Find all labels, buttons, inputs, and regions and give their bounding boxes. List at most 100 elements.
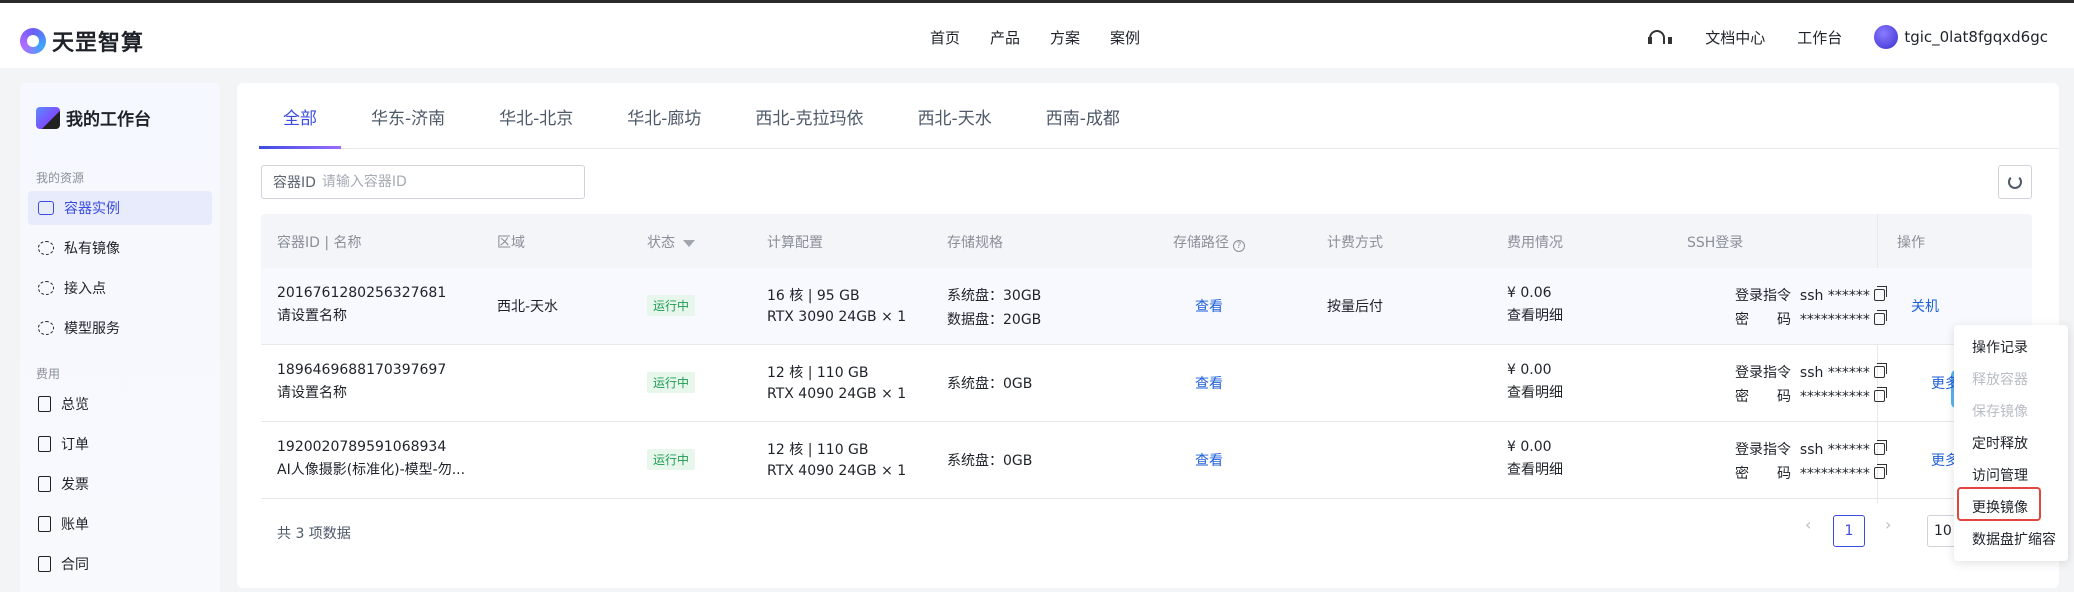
sidebar-item-overview[interactable]: 总览	[28, 387, 212, 421]
ssh-pwd-line: 密 码 **********	[1735, 309, 1887, 329]
menu-item-release-container[interactable]: 释放容器	[1972, 369, 2028, 389]
container-name[interactable]: 请设置名称	[277, 382, 446, 402]
compute-config: 12 核 | 110 GB RTX 4090 24GB × 1	[767, 439, 906, 479]
copy-icon[interactable]	[1873, 464, 1887, 479]
storage-path-view-link[interactable]: 查看	[1195, 296, 1223, 316]
nav-solutions[interactable]: 方案	[1050, 27, 1080, 48]
copy-icon[interactable]	[1873, 310, 1887, 325]
container-name[interactable]: AI人像摄影(标准化)-模型-勿...	[277, 459, 465, 479]
refresh-icon	[2008, 175, 2022, 189]
col-compute: 计算配置	[767, 235, 823, 251]
tab-karamay[interactable]: 西北-克拉玛依	[731, 83, 887, 149]
section-label-billing: 费用	[36, 367, 61, 381]
nav-home[interactable]: 首页	[930, 27, 960, 48]
sidebar-item-private-images[interactable]: 私有镜像	[28, 231, 212, 265]
workspace-title-text: 我的工作台	[66, 110, 151, 130]
container-id-name: 1920020789591068934 AI人像摄影(标准化)-模型-勿...	[277, 439, 465, 479]
menu-item-save-image[interactable]: 保存镜像	[1972, 401, 2028, 421]
menu-item-change-image[interactable]: 更换镜像	[1972, 497, 2028, 517]
compute-cpu-mem: 12 核 | 110 GB	[767, 442, 869, 458]
col-status-label: 状态	[647, 235, 675, 251]
table-header: 容器ID | 名称 区域 状态 计算配置 存储规格 存储路径? 计费方式 费用情…	[261, 214, 2032, 268]
page-number[interactable]: 1	[1833, 515, 1865, 547]
cost-detail-link[interactable]: 查看明细	[1507, 459, 1563, 479]
col-cost: 费用情况	[1507, 235, 1563, 251]
status-badge-text: 运行中	[647, 372, 696, 393]
shutdown-button[interactable]: 关机	[1911, 296, 1939, 316]
docs-link[interactable]: 文档中心	[1705, 27, 1765, 48]
tab-all[interactable]: 全部	[259, 83, 341, 149]
username[interactable]: tgic_0lat8fgqxd6gc	[1904, 28, 2048, 46]
sidebar-item-endpoints[interactable]: 接入点	[28, 271, 212, 305]
storage-path-view-link[interactable]: 查看	[1195, 373, 1223, 393]
copy-icon[interactable]	[1873, 440, 1887, 455]
sidebar-item-label: 总览	[61, 397, 89, 413]
status-badge: 运行中	[647, 295, 696, 316]
brand-logo[interactable]: 天罡智算	[20, 25, 144, 57]
cost-info: ¥ 0.00 查看明细	[1507, 362, 1563, 402]
tab-tianshui[interactable]: 西北-天水	[894, 83, 1016, 149]
search-input[interactable]	[321, 174, 542, 190]
region-tabs: 全部 华东-济南 华北-北京 华北-廊坊 西北-克拉玛依 西北-天水 西南-成都	[259, 83, 2059, 149]
col-status[interactable]: 状态	[647, 232, 695, 252]
section-label-resources: 我的资源	[36, 171, 85, 185]
cost-detail-link[interactable]: 查看明细	[1507, 305, 1563, 325]
ssh-info: 登录指令 ssh ****** 密 码 **********	[1735, 439, 1887, 483]
help-icon[interactable]: ?	[1233, 240, 1245, 252]
container-name[interactable]: 请设置名称	[277, 305, 446, 325]
brand-name: 天罡智算	[52, 31, 145, 56]
sidebar-item-label: 私有镜像	[64, 241, 120, 257]
storage-path-view-link[interactable]: 查看	[1195, 450, 1223, 470]
sidebar-item-orders[interactable]: 订单	[28, 427, 212, 461]
menu-item-operation-log[interactable]: 操作记录	[1972, 337, 2028, 357]
cost-detail-link[interactable]: 查看明细	[1507, 382, 1563, 402]
sidebar-item-containers[interactable]: 容器实例	[28, 191, 212, 225]
sidebar-item-label: 订单	[61, 437, 89, 453]
compute-cpu-mem: 16 核 | 95 GB	[767, 288, 860, 304]
container-id-search: 容器ID	[261, 165, 585, 199]
filter-icon[interactable]	[683, 240, 695, 247]
next-page-icon[interactable]: ›	[1885, 515, 1891, 534]
sidebar-item-invoices[interactable]: 发票	[28, 467, 212, 501]
status-badge-text: 运行中	[647, 295, 696, 316]
nav-products[interactable]: 产品	[990, 27, 1020, 48]
tab-chengdu[interactable]: 西南-成都	[1022, 83, 1144, 149]
prev-page-icon[interactable]: ‹	[1805, 515, 1811, 534]
avatar[interactable]	[1874, 25, 1899, 49]
col-ssh: SSH登录	[1687, 235, 1744, 251]
sidebar-item-bills[interactable]: 账单	[28, 507, 212, 541]
contract-icon	[38, 556, 51, 572]
container-icon	[38, 201, 54, 215]
sidebar: 我的工作台 我的资源 容器实例 私有镜像 接入点 模型服务 费用 总览 订单 发…	[20, 83, 220, 592]
search-label: 容器ID	[273, 175, 316, 191]
menu-item-data-disk-resize[interactable]: 数据盘扩缩容	[1972, 529, 2056, 549]
workspace-title: 我的工作台	[36, 105, 151, 130]
col-storage: 存储规格	[947, 235, 1003, 251]
tab-langfang[interactable]: 华北-廊坊	[603, 83, 725, 149]
container-id: 1896469688170397697	[277, 362, 447, 378]
refresh-button[interactable]	[1998, 165, 2032, 199]
headset-icon[interactable]	[1647, 28, 1673, 46]
copy-icon[interactable]	[1873, 387, 1887, 402]
endpoint-icon	[38, 281, 54, 295]
sidebar-item-contracts[interactable]: 合同	[28, 547, 212, 581]
copy-icon[interactable]	[1873, 363, 1887, 378]
nav-cases[interactable]: 案例	[1110, 27, 1140, 48]
image-icon	[38, 241, 54, 255]
ssh-cmd-line: 登录指令 ssh ******	[1735, 363, 1887, 381]
status-badge-text: 运行中	[647, 449, 696, 470]
workbench-link[interactable]: 工作台	[1797, 27, 1842, 48]
total-count: 共 3 项数据	[277, 526, 351, 542]
tab-jinan[interactable]: 华东-济南	[347, 83, 469, 149]
table-row: 2016761280256327681 请设置名称 西北-天水 运行中 16 核 …	[261, 268, 2032, 345]
menu-item-scheduled-release[interactable]: 定时释放	[1972, 433, 2028, 453]
sidebar-item-model-service[interactable]: 模型服务	[28, 311, 212, 345]
menu-item-access-management[interactable]: 访问管理	[1972, 465, 2028, 485]
top-navbar: 天罡智算 首页 产品 方案 案例 文档中心 工作台 tgic_0lat8fgqx…	[0, 0, 2074, 68]
compute-gpu: RTX 4090 24GB × 1	[767, 386, 907, 402]
container-id: 1920020789591068934	[277, 439, 447, 455]
tab-beijing[interactable]: 华北-北京	[475, 83, 597, 149]
copy-icon[interactable]	[1873, 286, 1887, 301]
table-row: 1920020789591068934 AI人像摄影(标准化)-模型-勿... 运…	[261, 422, 2032, 499]
user-area: 文档中心 工作台 tgic_0lat8fgqxd6gc	[1647, 25, 2048, 49]
